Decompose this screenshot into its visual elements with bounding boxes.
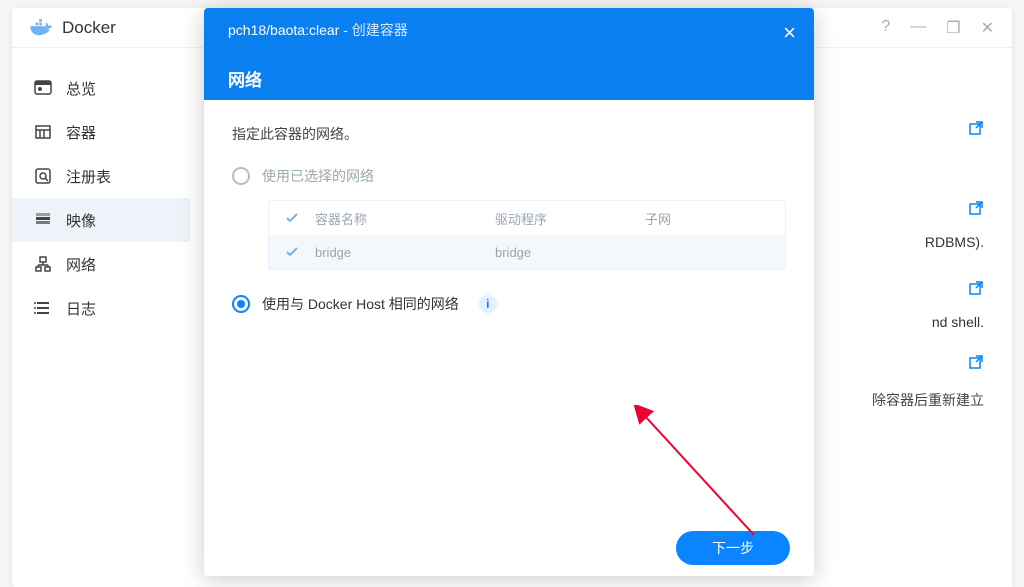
bg-external-link[interactable] <box>968 200 984 216</box>
help-icon[interactable]: ? <box>881 18 890 38</box>
bg-external-link[interactable] <box>968 120 984 136</box>
sidebar-label: 注册表 <box>66 166 111 187</box>
table-header: 容器名称 驱动程序 子网 <box>269 201 785 235</box>
radio-use-selected-network[interactable]: 使用已选择的网络 <box>232 160 786 192</box>
sidebar-item-overview[interactable]: 总览 <box>12 66 190 110</box>
docker-logo-icon <box>30 19 52 37</box>
info-icon[interactable]: i <box>479 295 497 313</box>
bg-external-link[interactable] <box>968 354 984 370</box>
minimize-icon[interactable]: — <box>910 18 926 38</box>
sidebar-item-log[interactable]: 日志 <box>12 286 190 330</box>
dialog-close-icon[interactable]: × <box>783 20 796 46</box>
sidebar-label: 总览 <box>66 78 96 99</box>
bg-text: RDBMS). <box>925 234 984 250</box>
bg-external-link[interactable] <box>968 280 984 296</box>
col-subnet: 子网 <box>645 209 785 228</box>
radio-label: 使用已选择的网络 <box>262 166 374 186</box>
sidebar-item-registry[interactable]: 注册表 <box>12 154 190 198</box>
external-link-icon <box>968 354 984 370</box>
log-icon <box>34 299 52 317</box>
maximize-icon[interactable]: ❐ <box>946 18 960 38</box>
radio-use-host-network[interactable]: 使用与 Docker Host 相同的网络 i <box>232 288 786 320</box>
radio-label: 使用与 Docker Host 相同的网络 <box>262 294 459 314</box>
sidebar-label: 网络 <box>66 254 96 275</box>
app-title: Docker <box>62 18 116 38</box>
next-button[interactable]: 下一步 <box>676 531 790 565</box>
sidebar-item-container[interactable]: 容器 <box>12 110 190 154</box>
sidebar-label: 容器 <box>66 122 96 143</box>
col-driver: 驱动程序 <box>495 209 645 228</box>
network-table: 容器名称 驱动程序 子网 bridge bridge <box>268 200 786 270</box>
dialog-section-title: 网络 <box>228 66 790 91</box>
create-container-dialog: × pch18/baota:clear - 创建容器 网络 指定此容器的网络。 … <box>204 8 814 576</box>
window-controls: ? — ❐ ✕ <box>881 18 994 38</box>
bg-selected-row-text: 除容器后重新建立 <box>872 390 984 410</box>
dialog-description: 指定此容器的网络。 <box>232 124 786 144</box>
sidebar-label: 日志 <box>66 298 96 319</box>
external-link-icon <box>968 280 984 296</box>
dialog-body: 指定此容器的网络。 使用已选择的网络 容器名称 驱动程序 子网 bridge b… <box>204 100 814 520</box>
dialog-header: × pch18/baota:clear - 创建容器 网络 <box>204 8 814 100</box>
overview-icon <box>34 79 52 97</box>
network-icon <box>34 255 52 273</box>
col-name: 容器名称 <box>315 209 495 228</box>
dialog-title: pch18/baota:clear - 创建容器 <box>228 20 790 40</box>
image-icon <box>34 211 52 229</box>
sidebar-label: 映像 <box>66 210 96 231</box>
sidebar-item-image[interactable]: 映像 <box>12 198 190 242</box>
radio-icon <box>232 295 250 313</box>
cell-name: bridge <box>315 245 495 260</box>
external-link-icon <box>968 120 984 136</box>
sidebar: 总览 容器 注册表 映像 网络 日志 <box>12 48 190 587</box>
external-link-icon <box>968 200 984 216</box>
radio-icon <box>232 167 250 185</box>
registry-icon <box>34 167 52 185</box>
bg-text: nd shell. <box>932 314 984 330</box>
dialog-footer: 下一步 <box>204 520 814 576</box>
container-icon <box>34 123 52 141</box>
sidebar-item-network[interactable]: 网络 <box>12 242 190 286</box>
cell-driver: bridge <box>495 245 645 260</box>
table-row[interactable]: bridge bridge <box>269 235 785 269</box>
check-icon <box>284 244 300 260</box>
check-icon <box>284 210 300 226</box>
close-icon[interactable]: ✕ <box>981 18 994 38</box>
